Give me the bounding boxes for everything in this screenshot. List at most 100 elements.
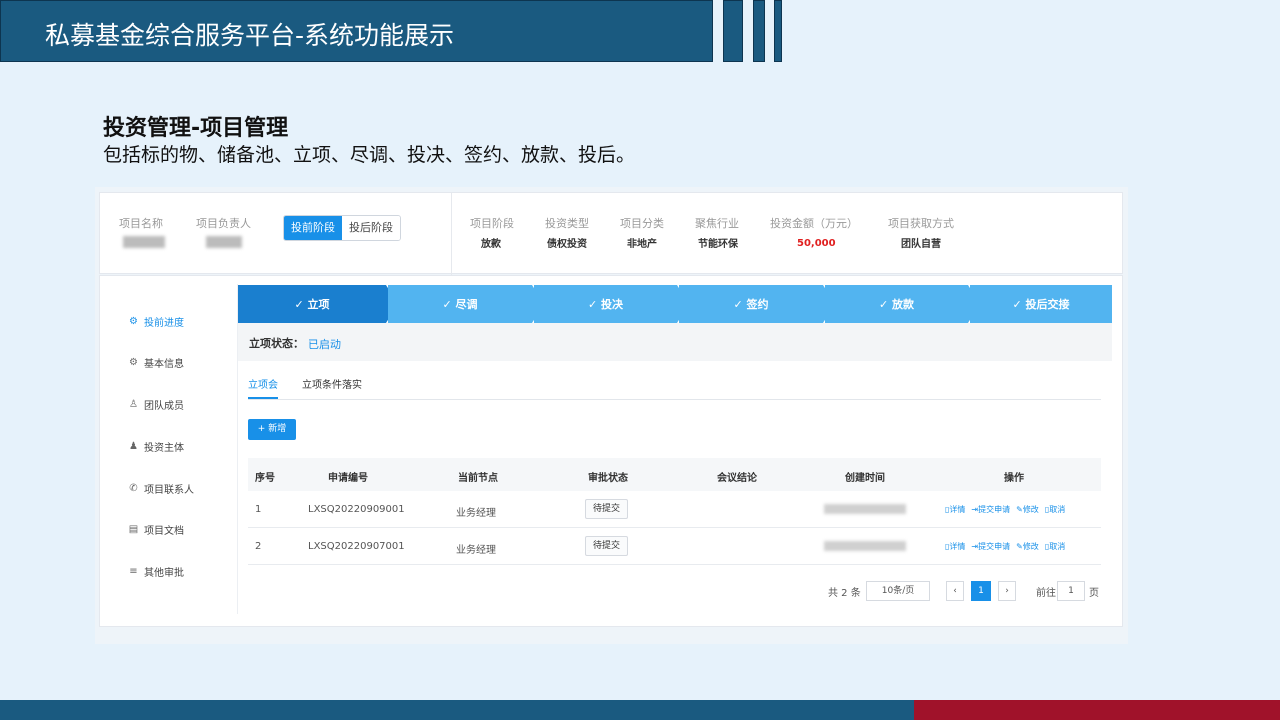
- column-header: 序号: [255, 473, 275, 484]
- step-label: ✓ 投后交接: [1012, 298, 1070, 311]
- section-heading: 投资管理-项目管理: [103, 116, 289, 141]
- gear-icon: ⚙: [129, 357, 138, 368]
- sidebar-item-label: 项目文档: [144, 526, 184, 537]
- field-value: 放款: [481, 239, 501, 250]
- field-label: 项目获取方式: [888, 217, 954, 230]
- field-label: 投资金额（万元）: [770, 217, 858, 230]
- step-post-investment-handover[interactable]: ✓ 投后交接: [970, 285, 1112, 323]
- detail-link[interactable]: ▯详情: [945, 541, 965, 552]
- detail-link[interactable]: ▯详情: [945, 504, 965, 515]
- table-header: 序号 申请编号 当前节点 审批状态 会议结论 创建时间 操作: [248, 458, 1101, 491]
- field-label: 投资类型: [545, 217, 589, 230]
- field-value: 非地产: [627, 239, 657, 250]
- submit-link[interactable]: ⇥提交申请: [971, 541, 1010, 552]
- current-node: 业务经理: [456, 508, 496, 519]
- status-value: 已启动: [308, 338, 341, 351]
- status-label: 立项状态：: [249, 337, 304, 350]
- sidebar-item-pre-investment-progress[interactable]: ⚙ 投前进度: [128, 314, 184, 329]
- row-actions: ▯详情 ⇥提交申请 ✎修改 ▯取消: [945, 541, 1065, 552]
- step-label: ✓ 放款: [878, 298, 915, 311]
- list-icon: ≡: [129, 566, 138, 577]
- sidebar-item-investment-entity[interactable]: ♟ 投资主体: [128, 439, 184, 454]
- goto-page-input[interactable]: 1: [1057, 581, 1085, 601]
- tab-approval-conditions[interactable]: 立项条件落实: [302, 376, 362, 397]
- table-row: 1 LXSQ20220909001 业务经理 待提交 ▯详情 ⇥提交申请 ✎修改…: [248, 491, 1101, 528]
- page-suffix: 页: [1089, 588, 1099, 599]
- step-disbursement[interactable]: ✓ 放款: [825, 285, 968, 323]
- submit-link[interactable]: ⇥提交申请: [971, 504, 1010, 515]
- column-header: 会议结论: [717, 473, 757, 484]
- sidebar-item-label: 项目联系人: [144, 485, 194, 496]
- person-icon: ♟: [129, 441, 138, 452]
- current-page-button[interactable]: 1: [971, 581, 991, 601]
- section-description: 包括标的物、储备池、立项、尽调、投决、签约、放款、投后。: [103, 144, 636, 166]
- document-icon: ▤: [128, 524, 139, 535]
- sidebar-item-team-members[interactable]: ♙ 团队成员: [128, 397, 184, 412]
- sidebar-item-other-approvals[interactable]: ≡ 其他审批: [128, 564, 184, 579]
- decor-bar: [753, 0, 765, 62]
- edit-link[interactable]: ✎修改: [1016, 541, 1039, 552]
- column-header: 创建时间: [845, 473, 885, 484]
- tab-bar: 立项会 立项条件落实: [248, 376, 1101, 400]
- status-badge: 待提交: [585, 536, 629, 556]
- post-investment-tab[interactable]: 投后阶段: [342, 216, 400, 240]
- redacted-value: [824, 541, 906, 551]
- progress-steps: ✓ 立项 ✓ 尽调 ✓ 投决 ✓ 签约 ✓ 放款 ✓ 投后交接: [238, 285, 1112, 323]
- current-node: 业务经理: [456, 545, 496, 556]
- column-header: 当前节点: [458, 473, 498, 484]
- edit-link[interactable]: ✎修改: [1016, 504, 1039, 515]
- app-screenshot: 项目名称 项目负责人 投前阶段 投后阶段 项目阶段 放款 投资类型 债权投资 项…: [95, 187, 1128, 644]
- table-row: 2 LXSQ20220907001 业务经理 待提交 ▯详情 ⇥提交申请 ✎修改…: [248, 528, 1101, 565]
- step-approval[interactable]: ✓ 立项: [238, 285, 386, 323]
- row-index: 1: [255, 504, 262, 515]
- step-label: ✓ 立项: [294, 298, 330, 311]
- project-name-label: 项目名称: [119, 217, 163, 230]
- sidebar-item-label: 基本信息: [144, 359, 184, 370]
- investment-amount: 50,000: [797, 238, 836, 249]
- field-value: 债权投资: [547, 239, 587, 250]
- approval-status-row: 立项状态： 已启动: [238, 323, 1112, 361]
- field-label: 项目阶段: [470, 217, 514, 230]
- sidebar-item-label: 其他审批: [144, 568, 184, 579]
- project-detail-card: ⚙ 投前进度 ⚙ 基本信息 ♙ 团队成员 ♟ 投资主体 ✆ 项目联系人 ▤ 项目…: [99, 275, 1123, 627]
- goto-label: 前往: [1036, 588, 1056, 599]
- sidebar-item-label: 投资主体: [144, 443, 184, 454]
- project-owner-label: 项目负责人: [196, 217, 251, 230]
- person-outline-icon: ♙: [129, 399, 138, 410]
- footer-bar-red: [914, 700, 1280, 720]
- stage-toggle[interactable]: 投前阶段 投后阶段: [283, 215, 401, 241]
- decor-bar: [774, 0, 782, 62]
- column-header: 操作: [1004, 473, 1024, 484]
- page-size-select[interactable]: 10条/页: [866, 581, 930, 601]
- field-value: 团队自营: [901, 239, 941, 250]
- tab-approval-meeting[interactable]: 立项会: [248, 376, 278, 399]
- phone-icon: ✆: [129, 483, 138, 494]
- slide-title: 私募基金综合服务平台-系统功能展示: [45, 21, 455, 50]
- prev-page-button[interactable]: ‹: [946, 581, 964, 601]
- step-decision[interactable]: ✓ 投决: [534, 285, 677, 323]
- cancel-link[interactable]: ▯取消: [1045, 541, 1065, 552]
- sidebar-item-basic-info[interactable]: ⚙ 基本信息: [128, 355, 184, 370]
- redacted-value: [824, 504, 906, 514]
- redacted-value: [206, 236, 242, 248]
- column-header: 申请编号: [328, 473, 368, 484]
- sidebar-item-documents[interactable]: ▤ 项目文档: [128, 522, 184, 537]
- next-page-button[interactable]: ›: [998, 581, 1016, 601]
- step-label: ✓ 尽调: [442, 298, 478, 311]
- application-code: LXSQ20220909001: [308, 504, 405, 515]
- step-signing[interactable]: ✓ 签约: [679, 285, 823, 323]
- add-button[interactable]: + 新增: [248, 419, 296, 440]
- redacted-value: [123, 236, 165, 248]
- step-due-diligence[interactable]: ✓ 尽调: [388, 285, 532, 323]
- row-actions: ▯详情 ⇥提交申请 ✎修改 ▯取消: [945, 504, 1065, 515]
- step-label: ✓ 签约: [733, 298, 769, 311]
- pre-investment-tab[interactable]: 投前阶段: [284, 216, 342, 240]
- footer-bar-blue: [0, 700, 914, 720]
- project-info-card: 项目名称 项目负责人 投前阶段 投后阶段 项目阶段 放款 投资类型 债权投资 项…: [99, 192, 1123, 275]
- sidebar-item-contacts[interactable]: ✆ 项目联系人: [128, 481, 194, 496]
- approval-table: 序号 申请编号 当前节点 审批状态 会议结论 创建时间 操作 1 LXSQ202…: [248, 458, 1101, 565]
- slide-title-bar: 私募基金综合服务平台-系统功能展示: [0, 0, 713, 62]
- cancel-link[interactable]: ▯取消: [1045, 504, 1065, 515]
- application-code: LXSQ20220907001: [308, 541, 405, 552]
- column-header: 审批状态: [588, 473, 628, 484]
